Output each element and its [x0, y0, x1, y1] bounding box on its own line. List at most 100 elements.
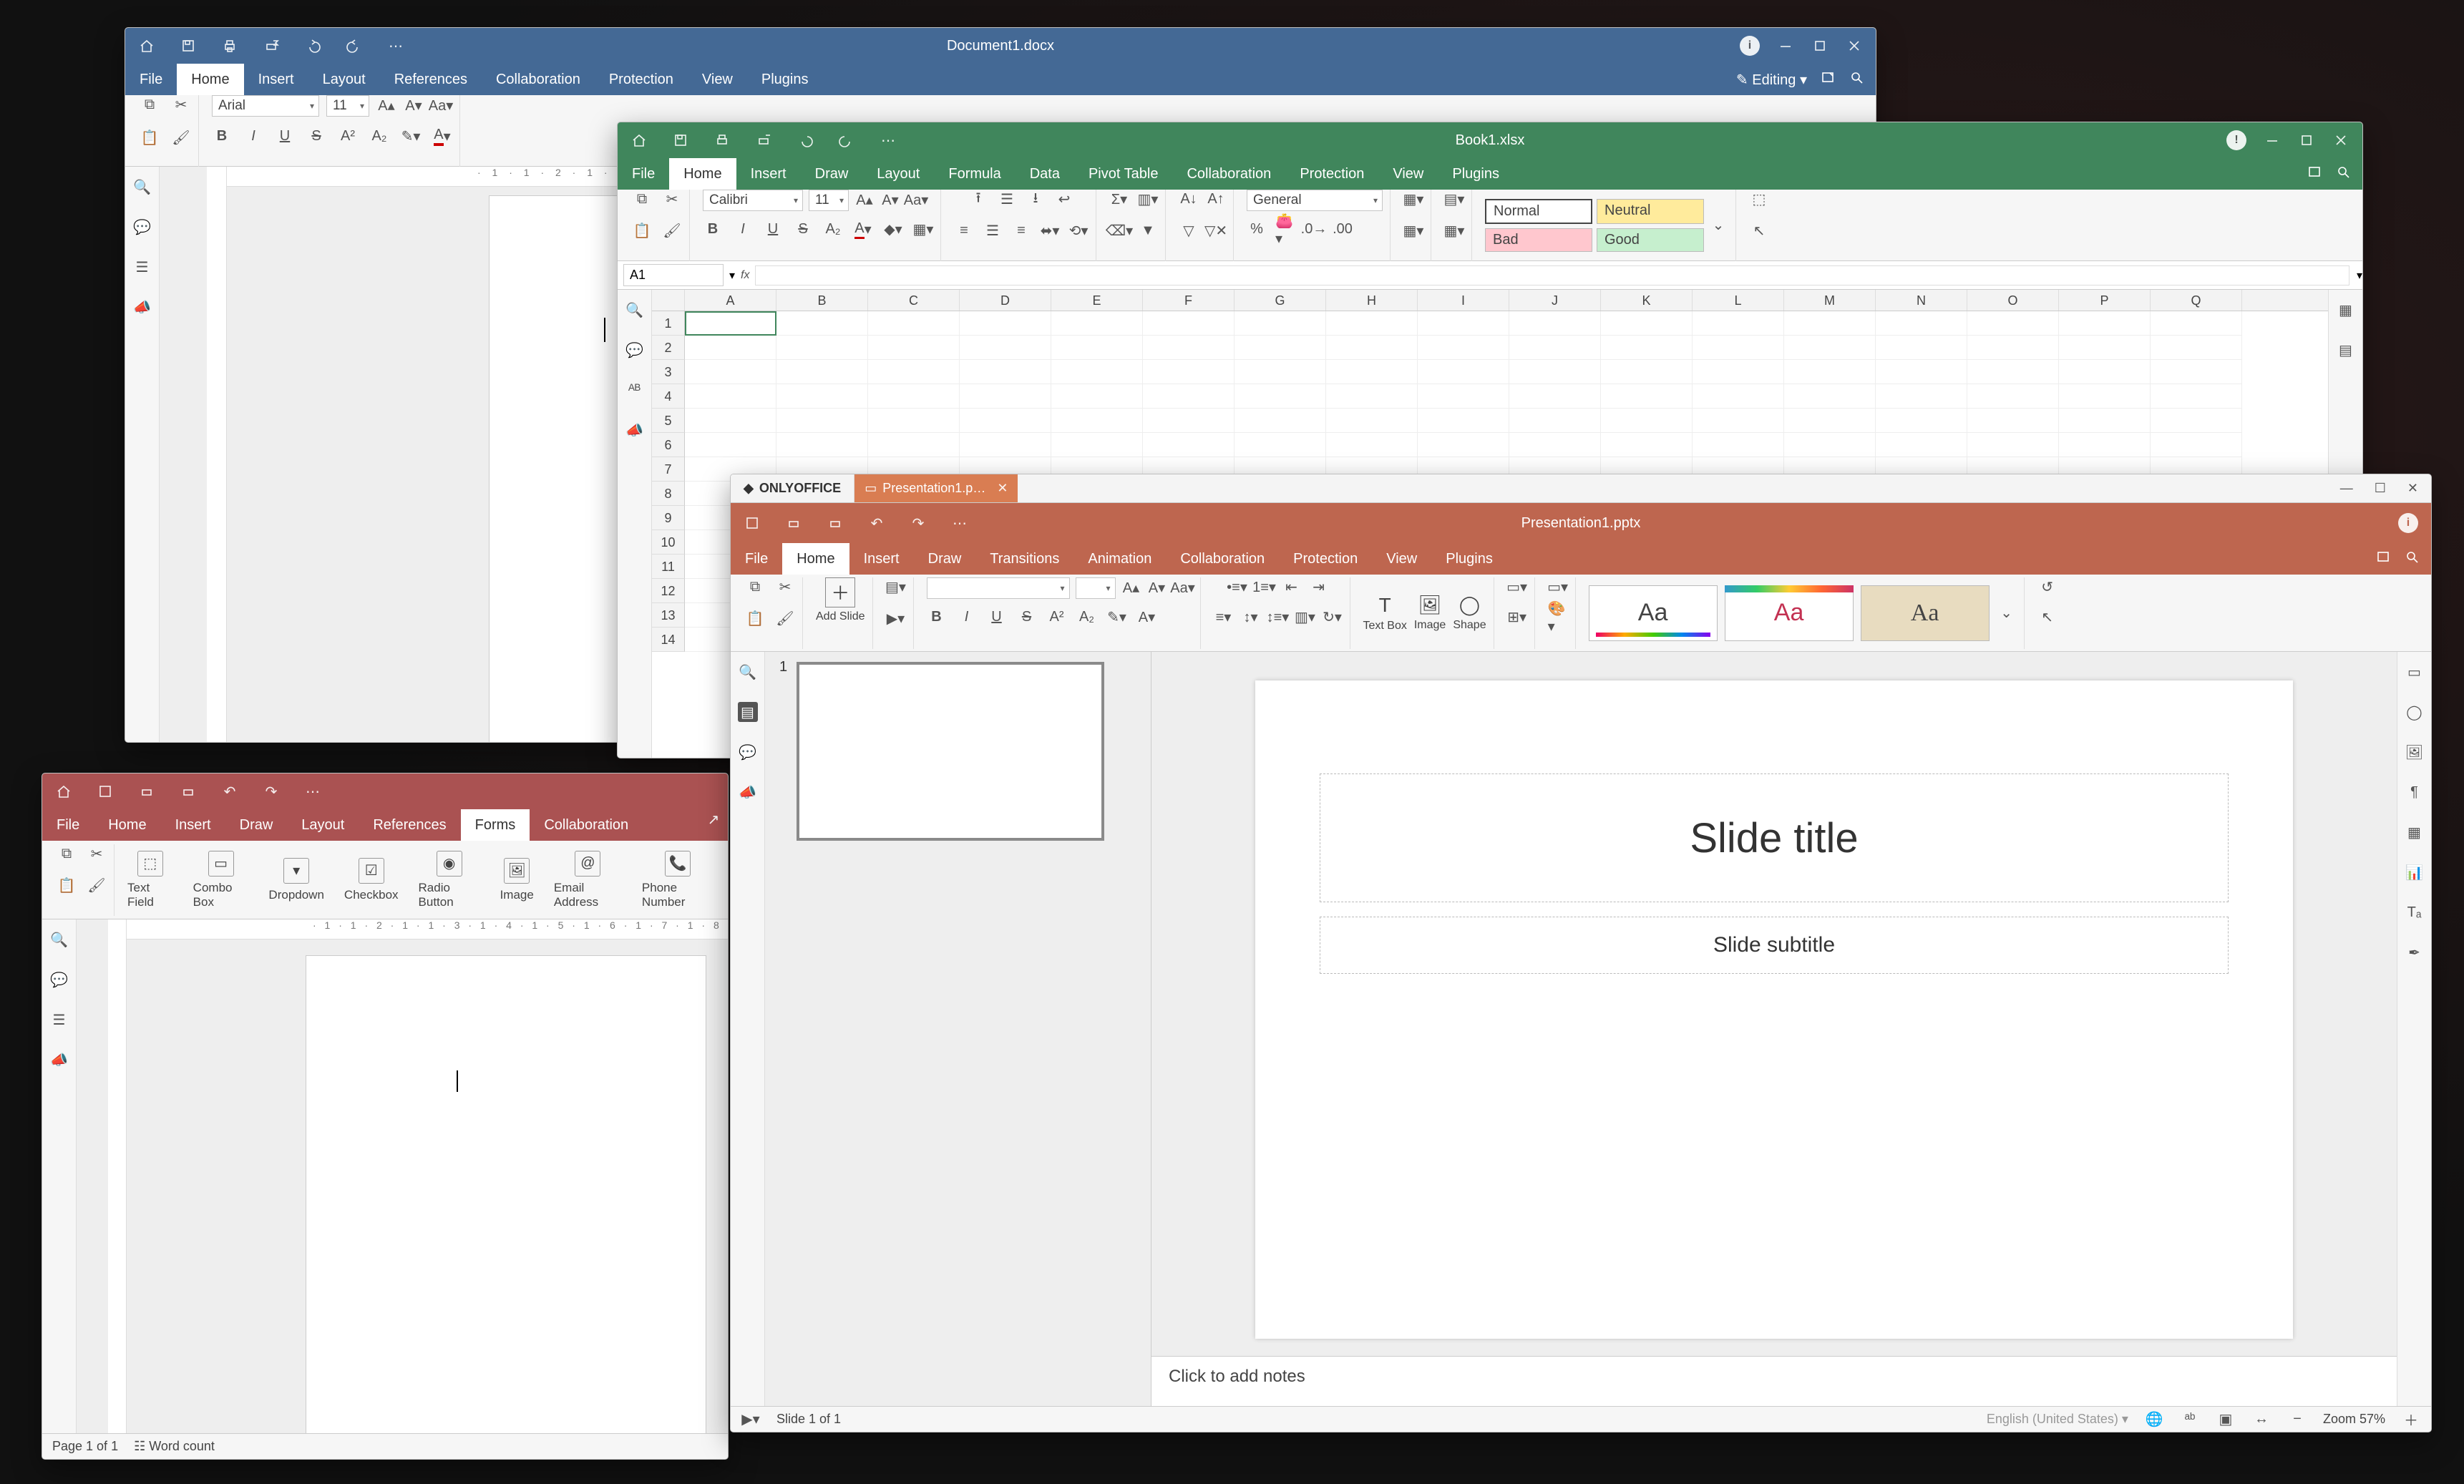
increase-font-icon[interactable]: A▴ [854, 190, 875, 210]
italic-icon[interactable]: I [733, 220, 753, 240]
tab-insert[interactable]: Insert [736, 158, 801, 190]
writer-titlebar[interactable]: ⋯ Document1.docx i [125, 28, 1876, 64]
row-header-10[interactable]: 10 [652, 530, 685, 555]
copy-icon[interactable]: ⧉ [57, 844, 77, 864]
decrease-font-icon[interactable]: A▾ [1147, 578, 1167, 598]
row-header-14[interactable]: 14 [652, 628, 685, 652]
slide[interactable]: Slide title Slide subtitle [1255, 680, 2293, 1339]
save-icon[interactable] [97, 783, 114, 800]
bullets-icon[interactable]: •≡▾ [1227, 577, 1247, 597]
cell-D5[interactable] [960, 409, 1051, 433]
tab-insert[interactable]: Insert [161, 809, 225, 841]
undo-icon[interactable] [304, 37, 321, 54]
page-indicator[interactable]: Page 1 of 1 [52, 1439, 118, 1454]
columns-icon[interactable]: ▥▾ [1295, 607, 1315, 628]
cut-icon[interactable]: ✂ [87, 844, 107, 864]
image-button[interactable]: 🖼Image [1414, 594, 1446, 632]
insert-cells-icon[interactable]: ▦▾ [1403, 190, 1423, 210]
col-header-C[interactable]: C [868, 290, 960, 311]
feedback-icon[interactable]: 📣 [625, 420, 645, 440]
filter-toggle-icon[interactable]: ▽ [1179, 221, 1199, 241]
color-scheme-icon[interactable]: 🎨▾ [1548, 607, 1568, 628]
cell-M1[interactable] [1784, 311, 1876, 336]
editing-mode-button[interactable]: ✎ Editing ▾ [1736, 71, 1807, 89]
cell-M4[interactable] [1784, 384, 1876, 409]
cut-icon[interactable]: ✂ [171, 95, 191, 115]
cell-style-good[interactable]: Good [1597, 228, 1704, 252]
select-all-icon[interactable]: ⬚ [1749, 190, 1769, 210]
cell-N4[interactable] [1876, 384, 1967, 409]
phone-button[interactable]: 📞Phone Number [635, 851, 721, 909]
tab-plugins[interactable]: Plugins [1431, 543, 1507, 575]
font-color-icon[interactable]: A▾ [1137, 607, 1157, 628]
combo-box-button[interactable]: ▭Combo Box [186, 851, 256, 909]
info-icon[interactable]: i [1740, 36, 1760, 56]
spellcheck-icon[interactable]: ᵃᵇ [2180, 1410, 2200, 1430]
cell-L1[interactable] [1693, 311, 1784, 336]
cell-J4[interactable] [1509, 384, 1601, 409]
cell-L5[interactable] [1693, 409, 1784, 433]
quickprint-icon[interactable] [827, 514, 844, 532]
redo-icon[interactable]: ↷ [910, 514, 927, 532]
slide-thumbnails[interactable]: 1 [765, 652, 1151, 1406]
headings-icon[interactable]: ☰ [132, 257, 152, 277]
close-icon[interactable] [2332, 132, 2349, 149]
language-indicator[interactable]: English (United States) ▾ [1987, 1412, 2128, 1427]
tab-protection[interactable]: Protection [1285, 158, 1378, 190]
cell-F3[interactable] [1143, 360, 1235, 384]
cell-J6[interactable] [1509, 433, 1601, 457]
col-header-J[interactable]: J [1509, 290, 1601, 311]
search-icon[interactable] [2335, 164, 2351, 184]
tab-draw[interactable]: Draw [914, 543, 976, 575]
cell-N3[interactable] [1876, 360, 1967, 384]
cut-icon[interactable]: ✂ [775, 577, 795, 597]
feedback-icon[interactable]: 📣 [132, 297, 152, 317]
cell-D4[interactable] [960, 384, 1051, 409]
form-page[interactable] [306, 955, 706, 1433]
cell-A5[interactable] [685, 409, 776, 433]
expand-formula-icon[interactable]: ▾ [2357, 268, 2362, 283]
sheets-titlebar[interactable]: ⋯ Book1.xlsx ! [618, 122, 2362, 158]
tab-layout[interactable]: Layout [287, 809, 359, 841]
cell-B1[interactable] [776, 311, 868, 336]
tab-pivot[interactable]: Pivot Table [1074, 158, 1172, 190]
slides-titlebar[interactable]: ↶ ↷ ⋯ Presentation1.pptx i [731, 503, 2431, 543]
cell-P6[interactable] [2059, 433, 2151, 457]
col-header-H[interactable]: H [1326, 290, 1418, 311]
tab-file[interactable]: File [731, 543, 782, 575]
align-middle-icon[interactable]: ☰ [997, 190, 1017, 210]
col-header-D[interactable]: D [960, 290, 1051, 311]
cell-B6[interactable] [776, 433, 868, 457]
open-location-icon[interactable]: ↗ [703, 809, 724, 829]
increase-decimal-icon[interactable]: .00 [1333, 220, 1353, 240]
cell-E3[interactable] [1051, 360, 1143, 384]
cell-N6[interactable] [1876, 433, 1967, 457]
cell-style-normal[interactable]: Normal [1485, 199, 1592, 224]
select-cursor-icon[interactable]: ↖ [1749, 221, 1769, 241]
highlight-icon[interactable]: ✎▾ [1107, 607, 1127, 628]
forms-canvas[interactable]: · 1 · 1 · 2 · 1 · 1 · 3 · 1 · 4 · 1 · 5 … [77, 919, 728, 1433]
paste-icon[interactable]: 📋 [57, 876, 77, 896]
cell-I1[interactable] [1418, 311, 1509, 336]
cell-D2[interactable] [960, 336, 1051, 360]
tab-draw[interactable]: Draw [801, 158, 863, 190]
cell-E1[interactable] [1051, 311, 1143, 336]
name-box[interactable] [623, 264, 724, 286]
tab-forms[interactable]: Forms [461, 809, 530, 841]
tab-view[interactable]: View [1372, 543, 1431, 575]
chart-settings-icon[interactable]: 📊 [2405, 862, 2425, 882]
cell-N5[interactable] [1876, 409, 1967, 433]
dedent-icon[interactable]: ⇤ [1282, 577, 1302, 597]
format-painter-icon[interactable]: 🖌 [775, 609, 795, 629]
text-direction-icon[interactable]: ↻▾ [1323, 607, 1343, 628]
cell-H1[interactable] [1326, 311, 1418, 336]
subtitle-placeholder[interactable]: Slide subtitle [1320, 917, 2229, 974]
change-case-icon[interactable]: Aa▾ [906, 190, 926, 210]
cell-O4[interactable] [1967, 384, 2059, 409]
tab-home[interactable]: Home [177, 64, 243, 95]
maximize-icon[interactable] [1811, 37, 1828, 54]
currency-icon[interactable]: 👛▾ [1275, 220, 1295, 240]
cell-O2[interactable] [1967, 336, 2059, 360]
cell-O6[interactable] [1967, 433, 2059, 457]
open-location-icon[interactable] [2375, 549, 2391, 569]
